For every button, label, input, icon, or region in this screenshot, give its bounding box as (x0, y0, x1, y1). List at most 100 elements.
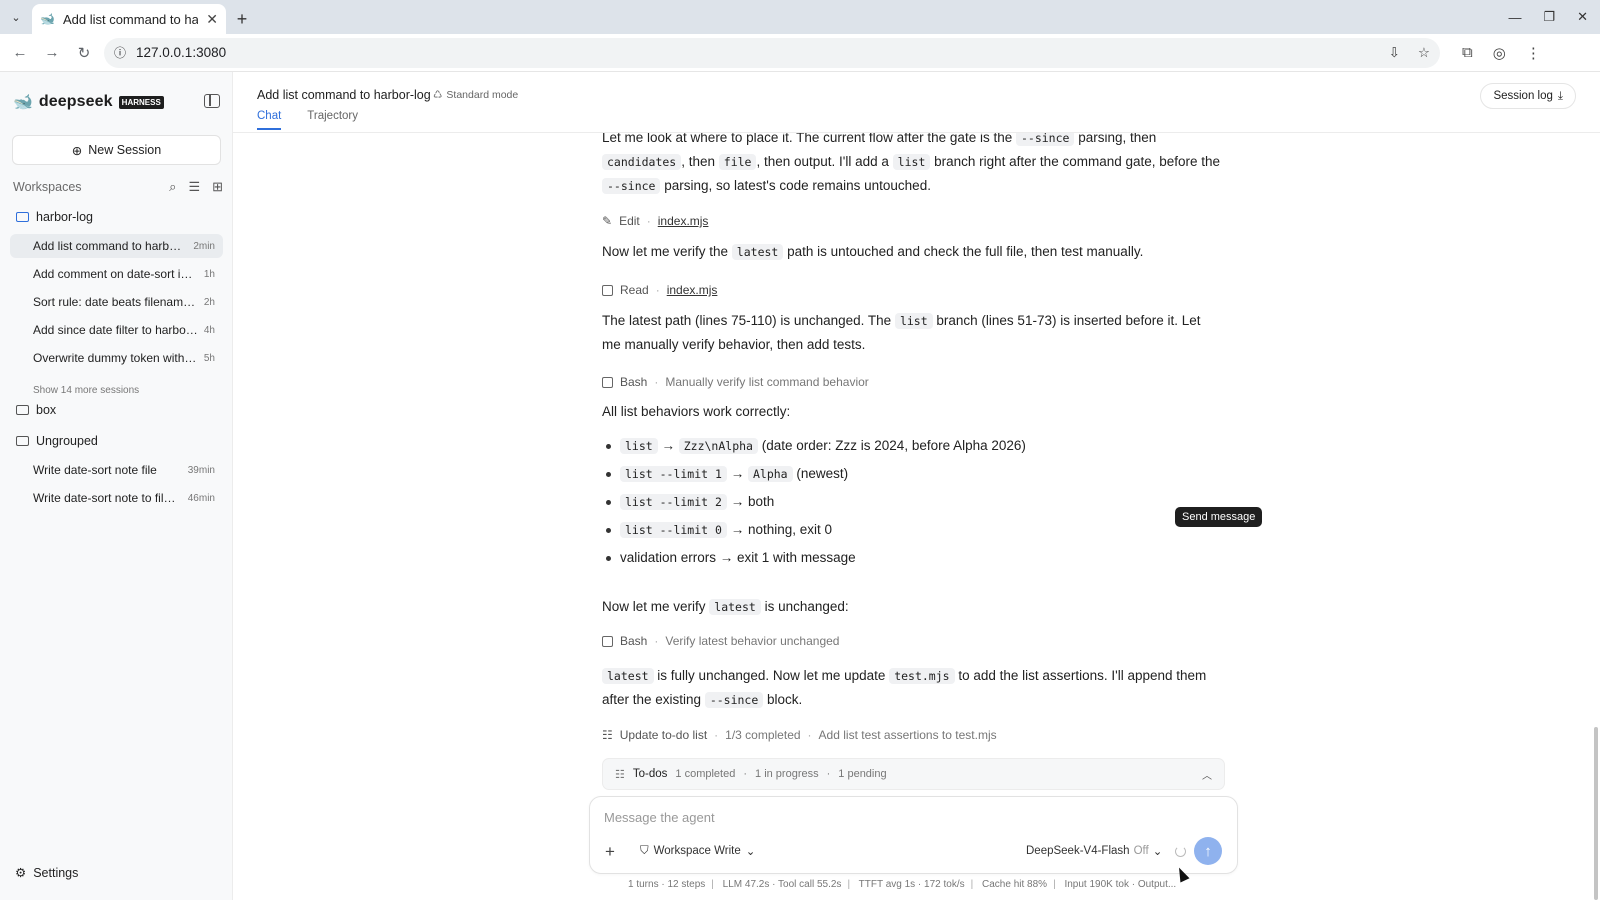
bullet-list: list → Zzz\nAlpha (date order: Zzz is 20… (606, 432, 1026, 572)
text: , then (681, 154, 719, 169)
tab-search-chevron-icon[interactable]: ⌄ (0, 0, 32, 34)
separator-dot: · (826, 768, 831, 780)
text: Now let me verify the (602, 244, 732, 259)
session-item[interactable]: Add list command to harbor-log 2min (10, 234, 223, 258)
file-link[interactable]: index.mjs (667, 279, 718, 302)
new-session-button[interactable]: ⊕ New Session (12, 135, 221, 165)
assistant-message: Now let me verify the latest path is unt… (602, 240, 1222, 264)
inline-code: --since (704, 692, 764, 708)
session-age: 46min (187, 492, 215, 504)
text: The latest path (lines 75-110) is unchan… (602, 313, 895, 328)
text: parsing, so latest's code remains untouc… (660, 178, 931, 193)
close-tab-icon[interactable]: ✕ (206, 11, 218, 28)
tool-name: Bash (620, 634, 648, 648)
model-selector[interactable]: DeepSeek-V4-Flash Off ⌄ (1026, 844, 1162, 858)
stat-timing: LLM 47.2s · Tool call 55.2s (722, 879, 842, 890)
session-item[interactable]: Overwrite dummy token with real one 5h (10, 346, 223, 370)
new-folder-icon[interactable]: ⊞ (212, 179, 223, 195)
tab-trajectory[interactable]: Trajectory (307, 110, 358, 122)
brand-logo[interactable]: 🐋 deepseek HARNESS (13, 92, 164, 112)
arrow: → (661, 438, 675, 453)
workspaces-label: Workspaces (13, 180, 82, 194)
new-tab-button[interactable]: + (226, 4, 258, 34)
permission-selector[interactable]: ⛉ Workspace Write ⌄ (640, 844, 755, 859)
tool-call-todo[interactable]: ☷ Update to-do list · 1/3 completed · Ad… (602, 724, 997, 747)
session-item[interactable]: Sort rule: date beats filename order 2h (10, 290, 223, 314)
session-age: 5h (203, 352, 215, 364)
show-more-sessions-link[interactable]: Show 14 more sessions (33, 385, 139, 396)
attach-button[interactable]: + (600, 842, 620, 862)
folder-label: harbor-log (36, 210, 93, 224)
inline-code: --since (1015, 133, 1075, 146)
terminal-icon (602, 377, 613, 388)
list-item: list --limit 2 → both (606, 488, 1026, 516)
text: (newest) (796, 466, 849, 481)
settings-button[interactable]: ⚙ Settings (15, 865, 78, 881)
profile-icon[interactable]: ◎ (1493, 44, 1506, 62)
session-item[interactable]: Add since date filter to harbor-log 4h (10, 318, 223, 342)
bookmark-star-icon[interactable]: ☆ (1418, 45, 1430, 61)
collapse-sidebar-icon[interactable] (204, 94, 220, 108)
inline-code: list --limit 0 (620, 522, 727, 538)
separator-dot: · (646, 214, 651, 228)
folder-harbor-log[interactable]: harbor-log (16, 210, 93, 224)
todos-pending: 1 pending (838, 768, 887, 780)
session-log-button[interactable]: Session log ⤓ (1480, 83, 1576, 109)
file-link[interactable]: index.mjs (658, 210, 709, 233)
inline-code: list (620, 438, 658, 454)
site-info-icon[interactable]: ⓘ (114, 44, 126, 61)
brand-name: deepseek (38, 93, 113, 110)
text: Let me look at where to place it. The cu… (602, 133, 1016, 145)
permission-label: Workspace Write (653, 845, 741, 857)
todo-progress: 1/3 completed (725, 728, 801, 742)
minimize-icon[interactable]: — (1508, 10, 1521, 25)
forward-icon[interactable]: → (40, 41, 64, 65)
separator-dot: · (654, 634, 659, 648)
address-bar[interactable]: ⓘ 127.0.0.1:3080 ⇩ ☆ (104, 37, 1440, 68)
view-tabs: Chat Trajectory (257, 110, 358, 130)
tool-name: Update to-do list (619, 728, 708, 742)
new-session-label: New Session (88, 143, 162, 157)
checklist-icon: ☷ (615, 768, 625, 781)
inline-code: list (892, 154, 931, 170)
folder-ungrouped[interactable]: Ungrouped (16, 434, 98, 448)
back-icon[interactable]: ← (8, 41, 32, 65)
mode-indicator[interactable]: ♺ Standard mode (433, 89, 518, 101)
chevron-up-icon[interactable]: ︿ (1202, 767, 1212, 782)
search-icon[interactable]: ⌕ (169, 179, 176, 195)
chat-scrollbar[interactable] (1594, 727, 1598, 900)
session-item[interactable]: Write date-sort note file 39min (10, 458, 223, 482)
gear-icon: ⚙ (15, 866, 27, 880)
tool-call-edit[interactable]: ✎ Edit · index.mjs (602, 210, 708, 233)
folder-open-icon (16, 212, 29, 222)
browser-menu-icon[interactable]: ⋮ (1526, 44, 1541, 62)
browser-toolbar: ← → ↻ ⓘ 127.0.0.1:3080 ⇩ ☆ ⧉ ◎ ⋮ (0, 34, 1600, 72)
tool-call-bash[interactable]: Bash · Verify latest behavior unchanged (602, 630, 839, 653)
install-app-icon[interactable]: ⇩ (1389, 45, 1400, 61)
message-input[interactable]: Message the agent (604, 810, 715, 825)
tool-call-bash[interactable]: Bash · Manually verify list command beha… (602, 371, 869, 394)
reload-icon[interactable]: ↻ (72, 41, 96, 65)
inline-code: Zzz\nAlpha (678, 438, 758, 454)
inline-code: candidates (602, 154, 682, 170)
close-window-icon[interactable]: ✕ (1577, 9, 1588, 25)
text: both (747, 494, 775, 509)
message-composer: Message the agent + ⛉ Workspace Write ⌄ … (589, 796, 1238, 874)
stat-throughput: TTFT avg 1s · 172 tok/s (858, 879, 965, 890)
restore-icon[interactable]: ❐ (1543, 9, 1555, 25)
tab-chat[interactable]: Chat (257, 110, 282, 130)
session-item[interactable]: Add comment on date-sort in index.mjs 1h (10, 262, 223, 286)
session-age: 39min (187, 464, 215, 476)
tool-call-read[interactable]: Read · index.mjs (602, 279, 717, 302)
todos-panel[interactable]: ☷ To-dos 1 completed · 1 in progress · 1… (602, 758, 1225, 790)
browser-tab[interactable]: 🐋 Add list command to harbor-log ✕ (32, 4, 226, 34)
extensions-icon[interactable]: ⧉ (1462, 44, 1473, 62)
session-item[interactable]: Write date-sort note to file notes 46min (10, 486, 223, 510)
inline-code: list (894, 313, 933, 329)
inline-code: Alpha (747, 466, 793, 482)
send-button[interactable]: ↑ (1194, 837, 1222, 865)
folder-box[interactable]: box (16, 403, 56, 417)
filter-icon[interactable]: ☰ (188, 179, 200, 195)
sidebar: 🐋 deepseek HARNESS ⊕ New Session Workspa… (0, 72, 233, 900)
session-title: Add comment on date-sort in index.mjs (33, 267, 198, 281)
